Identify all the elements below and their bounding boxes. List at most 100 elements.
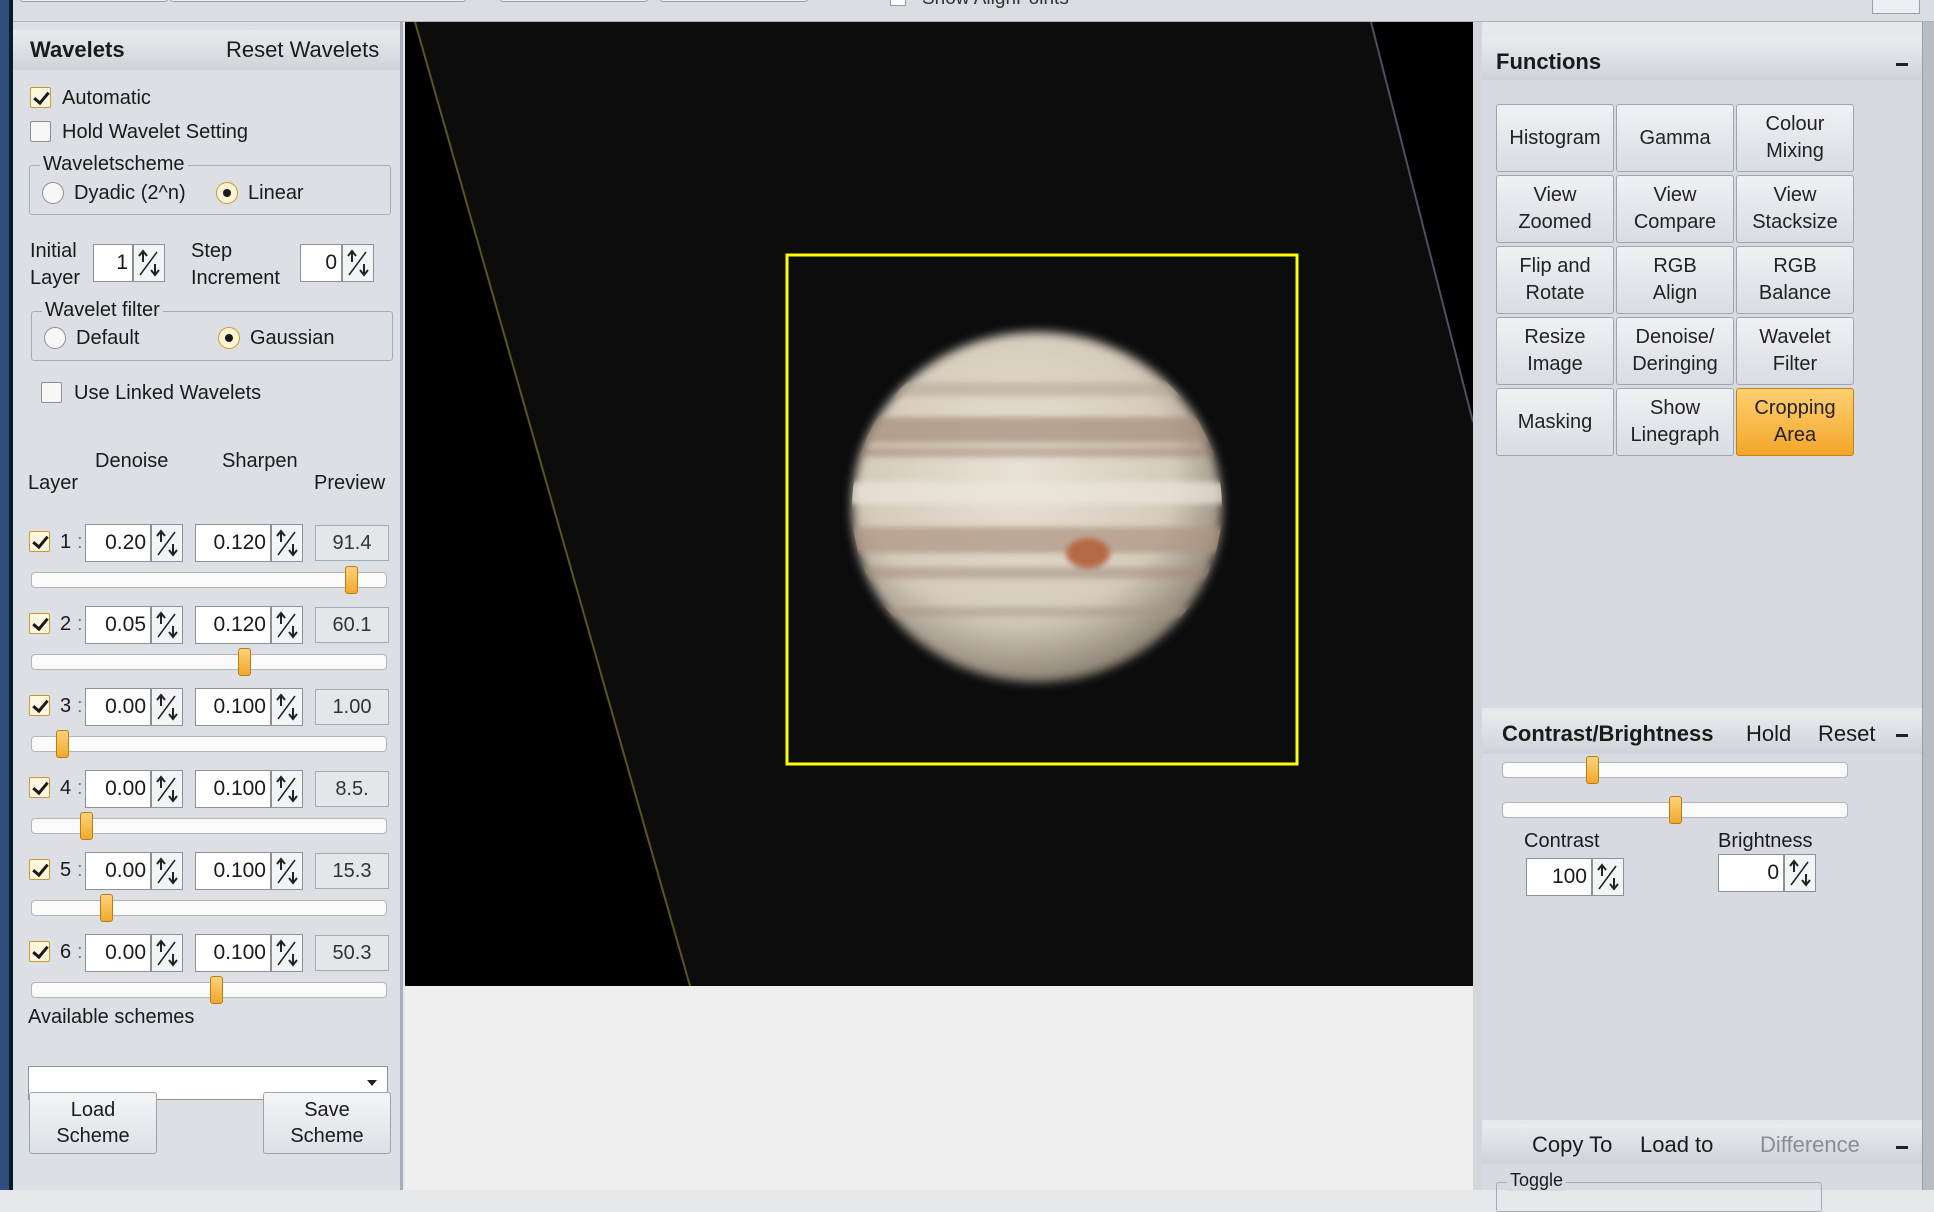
top-right-button[interactable] [1872, 0, 1920, 14]
layer-enable-checkbox[interactable] [29, 695, 50, 716]
sharpen-spinner[interactable] [271, 852, 303, 890]
view-compare-button[interactable]: View Compare [1616, 175, 1734, 243]
load-scheme-button[interactable]: Load Scheme [29, 1092, 157, 1154]
rgb-balance-button[interactable]: RGB Balance [1736, 246, 1854, 314]
contrast-spinner[interactable] [1592, 858, 1624, 896]
denoise-input[interactable]: 0.00 [85, 934, 151, 972]
brightness-slider-thumb[interactable] [1669, 796, 1682, 824]
sharpen-input[interactable]: 0.100 [195, 934, 271, 972]
denoise-spinner[interactable] [151, 606, 183, 644]
show-align-points-label: Show AlignPoints [922, 0, 1069, 10]
layer-slider-thumb[interactable] [210, 976, 223, 1004]
dyadic-radio[interactable] [42, 182, 64, 204]
sharpen-input[interactable]: 0.120 [195, 524, 271, 562]
layer-slider[interactable] [31, 730, 387, 758]
step-increment-input[interactable]: 0 [300, 244, 342, 282]
denoise-input[interactable]: 0.05 [85, 606, 151, 644]
gaussian-filter-radio[interactable] [218, 327, 240, 349]
rgb-align-button[interactable]: RGB Align [1616, 246, 1734, 314]
copy-to-button[interactable]: Copy To [1532, 1132, 1612, 1158]
denoise-deringing-button[interactable]: Denoise/Deringing [1616, 317, 1734, 385]
sharpen-input[interactable]: 0.100 [195, 770, 271, 808]
histogram-button[interactable]: Histogram [1496, 104, 1614, 172]
sharpen-spinner[interactable] [271, 606, 303, 644]
panel-splitter[interactable] [1473, 22, 1482, 1190]
contrast-label: Contrast [1524, 830, 1600, 852]
load-to-button[interactable]: Load to [1640, 1132, 1713, 1158]
layer-slider[interactable] [31, 894, 387, 922]
gamma-button[interactable]: Gamma [1616, 104, 1734, 172]
sharpen-spinner[interactable] [271, 524, 303, 562]
sharpen-spinner[interactable] [271, 688, 303, 726]
automatic-checkbox[interactable] [30, 87, 51, 108]
layer-slider-thumb[interactable] [345, 566, 358, 594]
masking-button[interactable]: Masking [1496, 388, 1614, 456]
show-align-points-checkbox[interactable] [890, 0, 906, 6]
layer-enable-checkbox[interactable] [29, 859, 50, 880]
brightness-spinner[interactable] [1784, 854, 1816, 892]
top-tab[interactable] [170, 0, 466, 2]
resize-image-button[interactable]: Resize Image [1496, 317, 1614, 385]
view-stacksize-button[interactable]: View Stacksize [1736, 175, 1854, 243]
collapse-icon[interactable] [1896, 63, 1908, 66]
layer-enable-checkbox[interactable] [29, 941, 50, 962]
linear-radio[interactable] [216, 182, 238, 204]
denoise-spinner[interactable] [151, 934, 183, 972]
reset-wavelets-button[interactable]: Reset Wavelets [226, 37, 379, 63]
top-tab[interactable] [20, 0, 168, 2]
top-tab[interactable] [500, 0, 648, 2]
sharpen-input[interactable]: 0.100 [195, 852, 271, 890]
scrollbar[interactable] [1922, 22, 1934, 1190]
contrast-input[interactable]: 100 [1526, 858, 1592, 896]
collapse-icon[interactable] [1896, 734, 1908, 737]
difference-button[interactable]: Difference [1760, 1132, 1860, 1158]
layer-enable-checkbox[interactable] [29, 613, 50, 634]
brightness-slider[interactable] [1502, 796, 1848, 824]
layer-enable-checkbox[interactable] [29, 531, 50, 552]
denoise-spinner[interactable] [151, 524, 183, 562]
initial-layer-spinner[interactable] [133, 244, 165, 282]
collapse-icon[interactable] [1896, 1146, 1908, 1149]
contrast-slider[interactable] [1502, 756, 1848, 784]
initial-layer-input[interactable]: 1 [93, 244, 133, 282]
layer-slider-thumb[interactable] [100, 894, 113, 922]
view-zoomed-button[interactable]: View Zoomed [1496, 175, 1614, 243]
layer-slider-thumb[interactable] [56, 730, 69, 758]
denoise-spinner[interactable] [151, 852, 183, 890]
layer-number: 2 [60, 613, 72, 635]
step-increment-spinner[interactable] [342, 244, 374, 282]
sharpen-input[interactable]: 0.120 [195, 606, 271, 644]
flip-and-rotate-button[interactable]: Flip and Rotate [1496, 246, 1614, 314]
denoise-input[interactable]: 0.20 [85, 524, 151, 562]
brightness-input[interactable]: 0 [1718, 854, 1784, 892]
save-scheme-button[interactable]: Save Scheme [263, 1092, 391, 1154]
use-linked-wavelets-checkbox[interactable] [41, 382, 62, 403]
top-tab[interactable] [660, 0, 808, 2]
layer-slider[interactable] [31, 812, 387, 840]
cropping-area-button[interactable]: Cropping Area [1736, 388, 1854, 456]
denoise-input[interactable]: 0.00 [85, 852, 151, 890]
layer-slider[interactable] [31, 976, 387, 1004]
show-linegraph-button[interactable]: Show Linegraph [1616, 388, 1734, 456]
hold-button[interactable]: Hold [1746, 721, 1791, 747]
denoise-input[interactable]: 0.00 [85, 770, 151, 808]
colour-mixing-button[interactable]: Colour Mixing [1736, 104, 1854, 172]
reset-button[interactable]: Reset [1818, 721, 1875, 747]
image-viewer[interactable] [405, 22, 1473, 986]
hold-wavelet-checkbox[interactable] [30, 121, 51, 142]
contrast-slider-thumb[interactable] [1586, 756, 1599, 784]
denoise-spinner[interactable] [151, 688, 183, 726]
layer-slider[interactable] [31, 648, 387, 676]
layer-slider-thumb[interactable] [80, 812, 93, 840]
layer-slider[interactable] [31, 566, 387, 594]
sharpen-spinner[interactable] [271, 934, 303, 972]
sharpen-input[interactable]: 0.100 [195, 688, 271, 726]
preview-value: 8.5. [315, 771, 389, 807]
default-filter-radio[interactable] [44, 327, 66, 349]
denoise-spinner[interactable] [151, 770, 183, 808]
layer-enable-checkbox[interactable] [29, 777, 50, 798]
wavelet-filter-button[interactable]: Wavelet Filter [1736, 317, 1854, 385]
denoise-input[interactable]: 0.00 [85, 688, 151, 726]
layer-slider-thumb[interactable] [238, 648, 251, 676]
sharpen-spinner[interactable] [271, 770, 303, 808]
